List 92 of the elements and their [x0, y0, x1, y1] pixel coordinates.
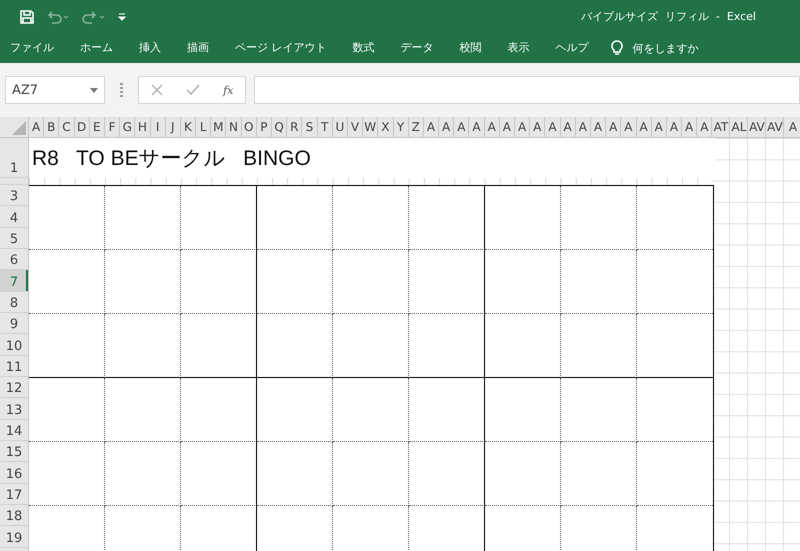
- column-header[interactable]: AT: [712, 117, 730, 137]
- check-icon[interactable]: [186, 84, 200, 96]
- column-header[interactable]: A: [560, 117, 576, 137]
- column-header[interactable]: A: [530, 117, 546, 137]
- column-header[interactable]: A: [484, 117, 500, 137]
- cancel-icon[interactable]: [150, 84, 163, 96]
- column-header[interactable]: A: [545, 117, 561, 137]
- column-header[interactable]: A: [454, 117, 470, 137]
- row-header[interactable]: 15: [0, 440, 28, 462]
- column-header[interactable]: A: [606, 117, 622, 137]
- insert-function-button[interactable]: fx: [223, 84, 234, 96]
- row-header[interactable]: 17: [0, 484, 28, 505]
- select-all-icon[interactable]: [12, 121, 26, 135]
- row-header[interactable]: 11: [0, 356, 28, 377]
- column-header[interactable]: A: [784, 117, 800, 137]
- save-icon[interactable]: [20, 10, 34, 24]
- ribbon-tab[interactable]: ホーム: [80, 36, 113, 60]
- column-header[interactable]: J: [166, 117, 181, 137]
- column-header[interactable]: B: [44, 117, 60, 137]
- row-header[interactable]: 19: [0, 526, 28, 548]
- window-title: バイブルサイズ リフィル - Excel: [580, 9, 756, 24]
- column-header[interactable]: V: [348, 117, 364, 137]
- sheet-title: R8 TO BEサークル BINGO: [32, 146, 311, 172]
- column-header[interactable]: AV: [766, 117, 784, 137]
- column-header[interactable]: A: [424, 117, 440, 137]
- column-header[interactable]: A: [682, 117, 698, 137]
- row-header[interactable]: 4: [0, 206, 28, 228]
- column-header[interactable]: I: [150, 117, 166, 137]
- name-box[interactable]: AZ7: [5, 76, 105, 104]
- tell-me-field[interactable]: 何をしますか: [632, 40, 698, 56]
- column-header[interactable]: Q: [272, 117, 288, 137]
- column-header[interactable]: A: [590, 117, 606, 137]
- row-header[interactable]: 14: [0, 420, 28, 441]
- column-header[interactable]: A: [652, 117, 667, 137]
- dropdown-icon: [90, 88, 98, 92]
- column-header[interactable]: T: [318, 117, 333, 137]
- column-header[interactable]: A: [666, 117, 682, 137]
- cell-reference: AZ7: [12, 82, 38, 98]
- column-header[interactable]: A: [500, 117, 515, 137]
- column-header[interactable]: F: [104, 117, 120, 137]
- column-header[interactable]: AL: [730, 117, 748, 137]
- column-header[interactable]: X: [378, 117, 394, 137]
- ribbon-tab[interactable]: ページ レイアウト: [235, 36, 326, 60]
- row-header[interactable]: 9: [0, 312, 28, 334]
- row-header[interactable]: 12: [0, 376, 28, 398]
- ribbon-tab[interactable]: 校閲: [460, 36, 482, 60]
- ribbon-tab[interactable]: 表示: [508, 36, 530, 60]
- ribbon-tab[interactable]: ファイル: [10, 36, 54, 60]
- row-header[interactable]: 3: [0, 185, 28, 206]
- column-header[interactable]: A: [515, 117, 530, 137]
- column-header[interactable]: D: [74, 117, 90, 137]
- row-header[interactable]: 5: [0, 228, 28, 249]
- column-header[interactable]: L: [196, 117, 212, 137]
- column-header[interactable]: A: [439, 117, 454, 137]
- row-header[interactable]: 10: [0, 334, 28, 356]
- column-header[interactable]: A: [576, 117, 591, 137]
- ribbon-tab[interactable]: ヘルプ: [556, 36, 588, 60]
- column-header[interactable]: N: [226, 117, 242, 137]
- row-header[interactable]: 7: [0, 270, 28, 292]
- lightbulb-icon: [610, 40, 622, 56]
- column-header[interactable]: H: [135, 117, 150, 137]
- row-header[interactable]: 13: [0, 398, 28, 420]
- row-header[interactable]: 1: [0, 138, 28, 178]
- row-header[interactable]: 16: [0, 462, 28, 484]
- column-header[interactable]: Y: [394, 117, 409, 137]
- column-header[interactable]: A: [697, 117, 712, 137]
- column-header[interactable]: O: [242, 117, 257, 137]
- column-header[interactable]: K: [180, 117, 196, 137]
- customize-icon[interactable]: [118, 12, 126, 20]
- column-header[interactable]: M: [211, 117, 226, 137]
- formula-input[interactable]: [254, 76, 800, 104]
- column-header[interactable]: G: [120, 117, 136, 137]
- column-header[interactable]: A: [636, 117, 652, 137]
- column-header[interactable]: P: [256, 117, 272, 137]
- ribbon-tab[interactable]: 描画: [187, 36, 209, 60]
- column-header[interactable]: E: [90, 117, 105, 137]
- column-header[interactable]: Z: [408, 117, 424, 137]
- ribbon-tab[interactable]: 挿入: [139, 36, 161, 60]
- column-header[interactable]: A: [621, 117, 636, 137]
- column-header[interactable]: C: [59, 117, 75, 137]
- column-header[interactable]: U: [332, 117, 348, 137]
- ribbon-tab[interactable]: データ: [400, 36, 434, 60]
- ribbon-tab[interactable]: 数式: [352, 36, 374, 60]
- row-header[interactable]: 8: [0, 292, 28, 313]
- grip-icon: [120, 83, 123, 97]
- column-header[interactable]: AV: [748, 117, 766, 137]
- column-header[interactable]: S: [302, 117, 318, 137]
- row-header[interactable]: 18: [0, 504, 28, 526]
- column-header[interactable]: R: [287, 117, 302, 137]
- column-header[interactable]: W: [363, 117, 378, 137]
- column-header[interactable]: A: [469, 117, 485, 137]
- column-header[interactable]: A: [29, 117, 44, 137]
